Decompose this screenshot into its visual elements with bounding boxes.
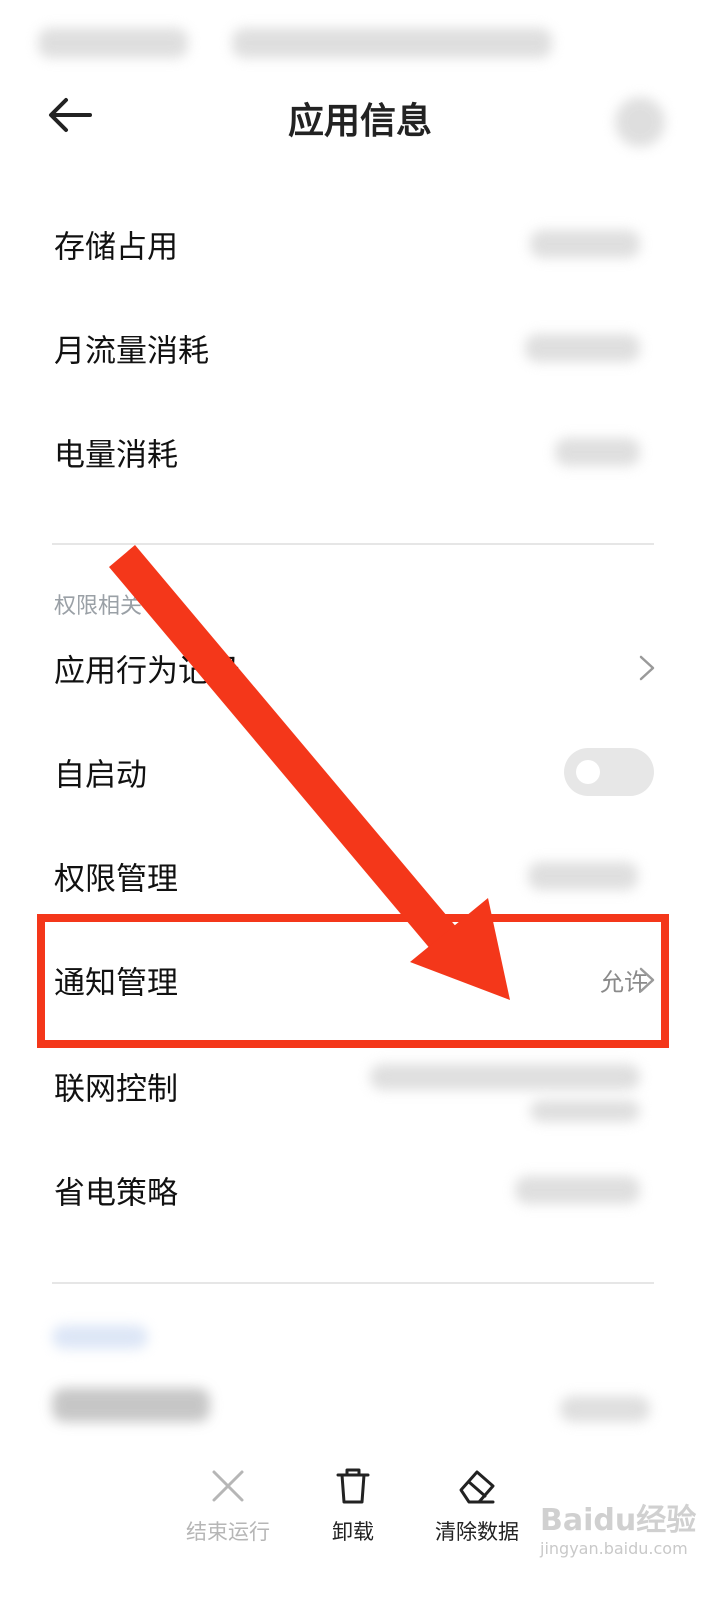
- blurred-section-title: [52, 1325, 148, 1349]
- toggle-knob: [576, 760, 600, 784]
- app-header: 应用信息: [0, 70, 720, 160]
- power-saving-strategy-row[interactable]: 省电策略: [0, 1138, 720, 1242]
- row-label: 电量消耗: [54, 437, 178, 474]
- row-label: 自启动: [54, 757, 147, 794]
- row-label: 应用行为记录: [54, 653, 240, 690]
- blurred-value: [515, 1176, 640, 1204]
- clear-data-label: 清除数据: [435, 1520, 519, 1544]
- chevron-right-icon: [639, 655, 655, 681]
- eraser-icon: [459, 1470, 495, 1504]
- monthly-data-usage-row[interactable]: 月流量消耗: [0, 296, 720, 400]
- blurred-row-value: [560, 1396, 650, 1422]
- row-label: 存储占用: [54, 229, 178, 266]
- close-icon: [212, 1470, 244, 1502]
- network-control-row[interactable]: 联网控制: [0, 1034, 720, 1138]
- storage-usage-row[interactable]: 存储占用: [0, 192, 720, 296]
- blurred-row-label: [52, 1388, 210, 1422]
- watermark-text: Baidu经验: [540, 1503, 697, 1538]
- blurred-value: [525, 334, 640, 362]
- row-label: 月流量消耗: [54, 333, 209, 370]
- auto-start-row: 自启动: [0, 720, 720, 824]
- status-bar-blurred-right: [232, 28, 552, 58]
- section-divider: [52, 1282, 654, 1284]
- battery-usage-row[interactable]: 电量消耗: [0, 400, 720, 504]
- blurred-value: [555, 438, 640, 466]
- blurred-value: [530, 230, 640, 258]
- auto-start-toggle[interactable]: [564, 748, 654, 796]
- trash-icon: [336, 1468, 370, 1504]
- clear-data-button[interactable]: 清除数据: [407, 1458, 547, 1558]
- uninstall-button[interactable]: 卸载: [283, 1458, 423, 1558]
- row-label: 省电策略: [54, 1175, 178, 1212]
- status-bar: [0, 0, 720, 80]
- watermark-subtext: jingyan.baidu.com: [540, 1539, 688, 1558]
- status-bar-blurred-left: [38, 28, 188, 58]
- notification-management-row[interactable]: 通知管理 允许: [0, 928, 720, 1032]
- row-label: 联网控制: [54, 1071, 178, 1108]
- more-options-button[interactable]: [610, 92, 670, 152]
- app-behavior-record-row[interactable]: 应用行为记录: [0, 616, 720, 720]
- section-divider: [52, 543, 654, 545]
- uninstall-label: 卸载: [332, 1520, 374, 1544]
- blurred-value: [530, 1100, 640, 1122]
- chevron-right-icon: [639, 967, 655, 993]
- blurred-value: [528, 862, 638, 890]
- baidu-watermark: Baidu经验 jingyan.baidu.com: [540, 1495, 710, 1575]
- row-label: 通知管理: [54, 965, 178, 1002]
- permission-management-row[interactable]: 权限管理: [0, 824, 720, 928]
- row-label: 权限管理: [54, 861, 178, 898]
- blurred-value: [370, 1064, 640, 1090]
- stop-running-button[interactable]: 结束运行: [158, 1458, 298, 1558]
- stop-running-label: 结束运行: [186, 1520, 270, 1544]
